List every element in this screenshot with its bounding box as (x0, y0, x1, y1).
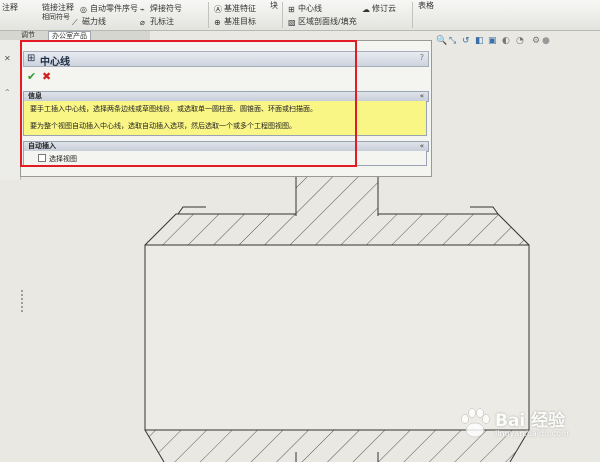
ok-button[interactable]: ✔ (27, 70, 36, 83)
view-settings-icon[interactable]: ● (542, 36, 550, 46)
previous-view-icon[interactable]: ↺ (462, 36, 470, 46)
select-views-checkbox[interactable]: 选择视图 (38, 154, 77, 164)
checkbox-box[interactable] (38, 154, 46, 162)
apply-scene-icon[interactable]: ⚙ (532, 36, 540, 46)
panel-title: 中心线 (40, 57, 70, 68)
panel-header: ⊞ 中心线 ? (23, 51, 429, 68)
auto-insert-body: 选择视图 (23, 151, 427, 166)
section-stem (295, 176, 379, 216)
display-style-icon[interactable]: ▣ (488, 36, 497, 46)
section-bottom-band[interactable] (144, 429, 530, 462)
collapse-icon[interactable]: « (420, 142, 424, 151)
zoom-area-icon[interactable]: ⤡ (449, 36, 456, 46)
hide-show-icon[interactable]: ◐ (502, 36, 510, 46)
auto-insert-group-title: 自动插入 (28, 142, 56, 150)
centerline-icon: ⊞ (27, 53, 36, 64)
info-message-box: 要手工插入中心线，选择两条边线或草图线段，或选取单一圆柱面、圆锥面、环面或扫描面… (23, 101, 427, 136)
centerline-property-manager: ⊞ 中心线 ? ✔ ✖ 信息 « 要手工插入中心线，选择两条边线或草图线段，或选… (20, 40, 432, 177)
info-line-auto: 要为整个视图自动插入中心线，选取自动插入选项，然后选取一个或多个工程图视图。 (30, 122, 296, 130)
zoom-to-fit-icon[interactable]: 🔍 (436, 36, 447, 46)
select-views-label: 选择视图 (49, 155, 77, 163)
cancel-button[interactable]: ✖ (42, 70, 51, 83)
section-bore[interactable] (144, 244, 530, 431)
info-line-manual: 要手工插入中心线，选择两条边线或草图线段，或选取单一圆柱面、圆锥面、环面或扫描面… (30, 105, 317, 113)
help-icon[interactable]: ? (420, 53, 424, 62)
edit-appearance-icon[interactable]: ◔ (516, 36, 524, 46)
collapse-icon[interactable]: « (420, 92, 424, 101)
info-group-title: 信息 (28, 92, 42, 100)
section-view-icon[interactable]: ◧ (475, 36, 484, 46)
